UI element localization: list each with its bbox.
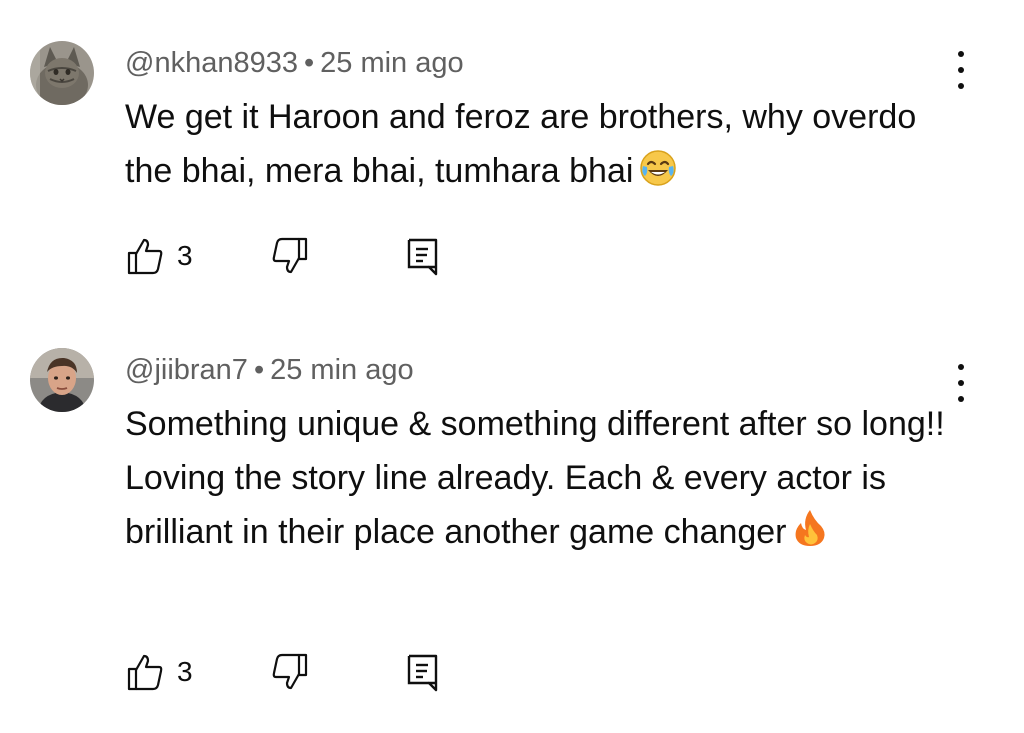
avatar[interactable] (30, 41, 94, 105)
like-count: 3 (177, 240, 193, 271)
like-button[interactable]: 3 (125, 236, 193, 276)
comment-meta: @nkhan8933 • 25 min ago (125, 47, 464, 80)
comment-text-content: We get it Haroon and feroz are brothers,… (125, 98, 917, 190)
comment-actions: 3 (120, 652, 460, 696)
comment-actions: 3 (120, 236, 460, 280)
thumb-up-icon (125, 652, 165, 692)
like-count: 3 (177, 656, 193, 687)
comment-author[interactable]: @jiibran7 (125, 354, 248, 386)
reply-button[interactable] (405, 652, 441, 692)
thumb-down-icon (270, 236, 310, 276)
dislike-button[interactable] (270, 236, 310, 276)
face-with-tears-of-joy-icon (639, 149, 677, 187)
comment-author[interactable]: @nkhan8933 (125, 47, 298, 79)
more-vert-icon (958, 51, 964, 57)
reply-button[interactable] (405, 236, 441, 276)
comment-text: Something unique & something different a… (125, 397, 955, 559)
like-button[interactable]: 3 (125, 652, 193, 692)
thumb-up-icon (125, 236, 165, 276)
comment-time[interactable]: 25 min ago (270, 354, 414, 386)
meta-separator: • (253, 354, 265, 386)
fire-icon (793, 508, 827, 548)
more-vert-icon (958, 364, 964, 370)
reply-icon (405, 236, 441, 276)
comment-item: @nkhan8933 • 25 min ago We get it Haroon a… (0, 0, 1024, 320)
comment-text: We get it Haroon and feroz are brothers,… (125, 90, 955, 198)
more-options-button[interactable] (948, 51, 974, 89)
comment-time[interactable]: 25 min ago (320, 47, 464, 79)
dislike-button[interactable] (270, 652, 310, 692)
meta-separator: • (303, 47, 315, 79)
more-options-button[interactable] (948, 364, 974, 402)
comment-item: @jiibran7 • 25 min ago Something unique & … (0, 320, 1024, 733)
avatar[interactable] (30, 348, 94, 412)
reply-icon (405, 652, 441, 692)
thumb-down-icon (270, 652, 310, 692)
comment-meta: @jiibran7 • 25 min ago (125, 354, 414, 387)
